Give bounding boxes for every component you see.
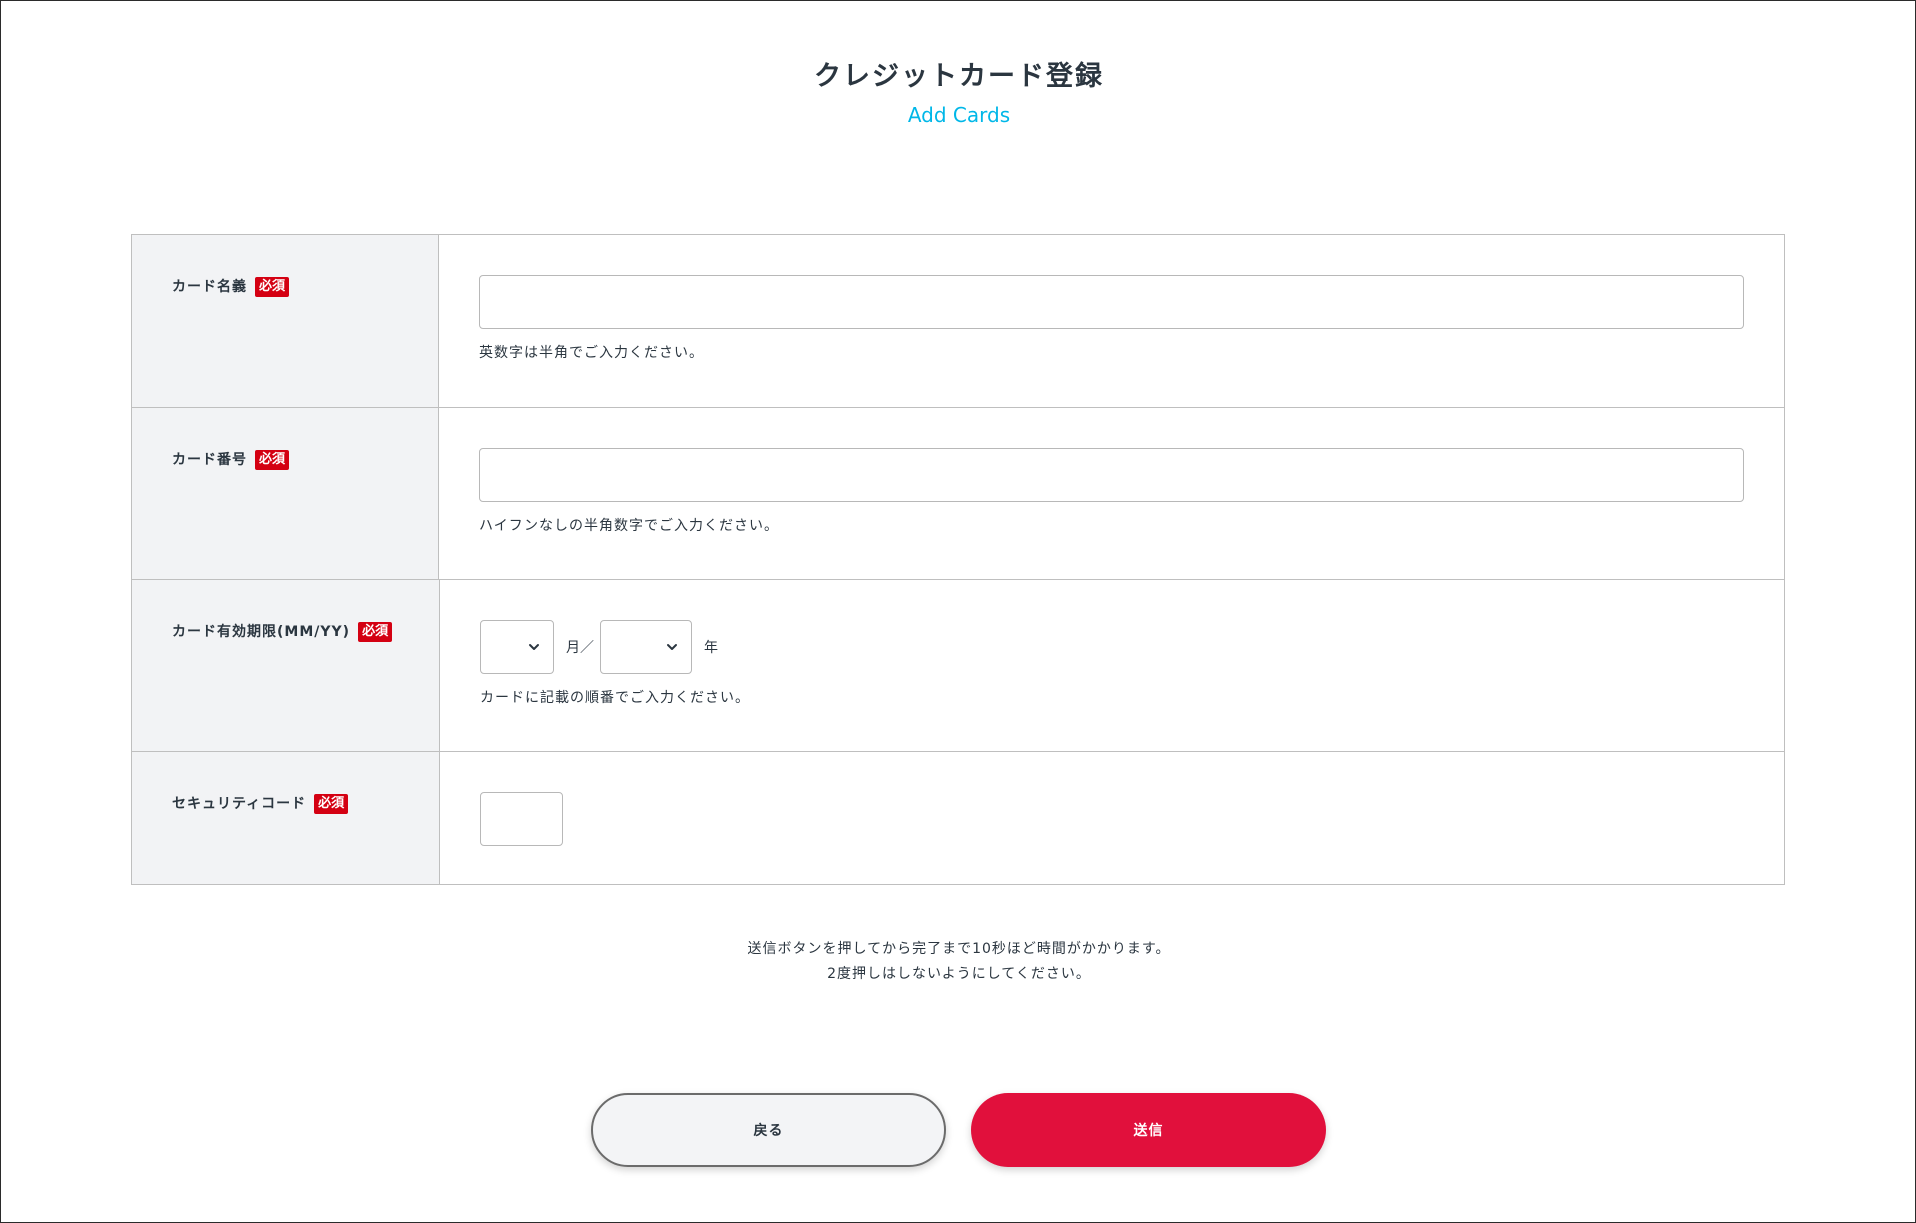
expiry-label: カード有効期限(MM/YY) [172,624,351,640]
required-badge: 必須 [255,450,290,470]
page-subtitle: Add Cards [907,103,1011,127]
expiry-month-unit: 月／ [566,640,594,656]
required-badge: 必須 [314,794,349,814]
card-name-hint: 英数字は半角でご入力ください。 [479,345,704,361]
chevron-down-icon [529,644,539,650]
required-badge: 必須 [358,622,393,642]
field-cell-card-name: 英数字は半角でご入力ください。 [439,235,1784,407]
page-frame: クレジットカード登録 Add Cards カード名義 必須 英数字は半角でご入力… [0,0,1916,1223]
form-row-card-number: カード番号 必須 ハイフンなしの半角数字でご入力ください。 [132,407,1784,579]
required-badge: 必須 [255,277,290,297]
label-cell-card-name: カード名義 必須 [132,235,439,407]
label-cell-card-number: カード番号 必須 [132,408,439,579]
expiry-year-select[interactable] [600,620,692,674]
label-cell-security-code: セキュリティコード 必須 [132,752,440,884]
expiry-selectors: 月／ 年 [480,620,1744,674]
form-row-card-name: カード名義 必須 英数字は半角でご入力ください。 [132,235,1784,407]
form-row-security-code: セキュリティコード 必須 [132,751,1784,884]
card-number-input[interactable] [479,448,1744,502]
submit-notice: 送信ボタンを押してから完了まで10秒ほど時間がかかります。 2度押しはしないよう… [1,937,1916,987]
card-name-label: カード名義 [172,279,247,295]
field-cell-expiry: 月／ 年 カードに記載の順番でご入力ください。 [440,580,1784,751]
submit-button[interactable]: 送信 [971,1093,1326,1167]
chevron-down-icon [667,644,677,650]
submit-notice-line-1: 送信ボタンを押してから完了まで10秒ほど時間がかかります。 [747,941,1171,957]
security-code-label: セキュリティコード [172,796,307,812]
security-code-input[interactable] [480,792,563,846]
card-number-hint: ハイフンなしの半角数字でご入力ください。 [479,518,779,534]
page-title: クレジットカード登録 [814,61,1104,92]
expiry-month-select[interactable] [480,620,554,674]
expiry-hint: カードに記載の順番でご入力ください。 [480,690,750,706]
back-button[interactable]: 戻る [591,1093,946,1167]
submit-notice-line-2: 2度押しはしないようにしてください。 [827,966,1091,982]
field-cell-security-code [440,752,1784,884]
form-row-expiry: カード有効期限(MM/YY) 必須 月／ 年 カードに記載の順番でご入力ください… [132,579,1784,751]
field-cell-card-number: ハイフンなしの半角数字でご入力ください。 [439,408,1784,579]
card-name-input[interactable] [479,275,1744,329]
card-form-table: カード名義 必須 英数字は半角でご入力ください。 カード番号 必須 ハイフンなし… [131,234,1785,885]
expiry-year-unit: 年 [704,640,718,656]
label-cell-expiry: カード有効期限(MM/YY) 必須 [132,580,440,751]
page-heading: クレジットカード登録 Add Cards [1,56,1916,130]
card-number-label: カード番号 [172,452,247,468]
